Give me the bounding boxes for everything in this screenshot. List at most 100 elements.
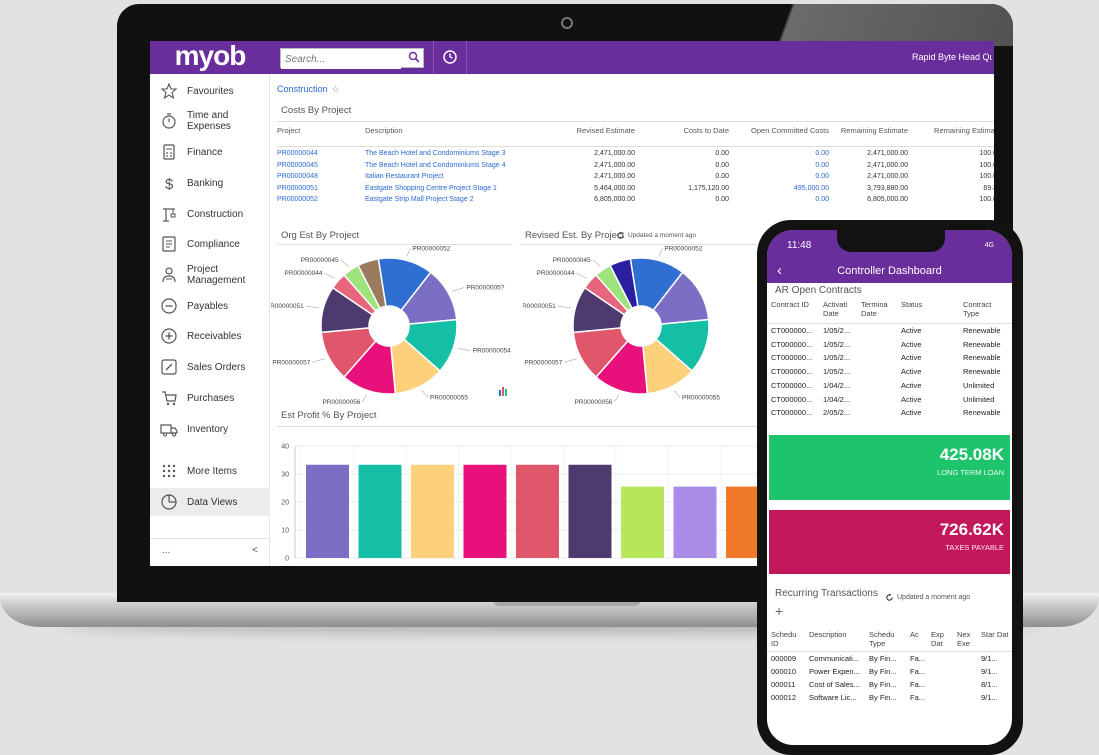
- more-options-icon[interactable]: ...: [162, 545, 170, 556]
- leader-line: [362, 394, 368, 403]
- table-cell[interactable]: Eastgate Shopping Centre Project Stage 1: [365, 185, 497, 192]
- table-cell[interactable]: The Beach Hotel and Condominiums Stage 4: [365, 162, 505, 169]
- table-row[interactable]: CT000000... 1/04/2... Active Unlimited: [767, 395, 1012, 408]
- bar[interactable]: [516, 464, 559, 558]
- bar[interactable]: [673, 486, 717, 558]
- tile-value: 726.62K: [939, 520, 1004, 539]
- myob-logo[interactable]: myob: [150, 41, 270, 74]
- table-row[interactable]: PR00000051 Eastgate Shopping Centre Proje…: [277, 185, 994, 197]
- table-row[interactable]: PR00000048 Italian Restaurant Project 2,47…: [277, 173, 994, 185]
- leader-line: [305, 305, 320, 309]
- sidebar-item-favourites[interactable]: Favourites: [150, 77, 270, 105]
- favourite-star-icon[interactable]: ☆: [332, 84, 340, 94]
- sidebar-item-label: Sales Orders: [187, 361, 246, 373]
- table-row[interactable]: 000011 Cost of Sales... By Fin... Fa... 8/1.…: [767, 680, 1012, 692]
- leader-line: [457, 347, 471, 352]
- back-arrow-icon[interactable]: ‹: [777, 260, 782, 282]
- bar[interactable]: [306, 464, 349, 558]
- table-cell: 100.0: [979, 173, 994, 180]
- topbar-divider: [466, 41, 467, 74]
- table-row[interactable]: 000012 Software Lic... By Fin... Fa... 9/1..…: [767, 693, 1012, 705]
- table-row[interactable]: 000010 Power Expen... By Fin... Fa... 9/1...: [767, 667, 1012, 679]
- sidebar-item-receivables[interactable]: Receivables: [150, 322, 270, 350]
- table-cell[interactable]: Italian Restaurant Project: [365, 173, 444, 180]
- search-input[interactable]: [281, 50, 401, 69]
- sidebar-item-label: Purchases: [187, 392, 235, 404]
- table-cell: 1/05/2...: [823, 353, 851, 363]
- table-cell[interactable]: The Beach Hotel and Condominiums Stage 3: [365, 150, 505, 157]
- sidebar-item-project-management[interactable]: Project Management: [150, 261, 270, 289]
- bar[interactable]: [411, 464, 454, 558]
- table-cell[interactable]: 0.00: [747, 162, 829, 169]
- column-header: Status: [901, 300, 923, 309]
- revised-est-title: Revised Est. By Project: [525, 230, 625, 241]
- sidebar-item-sales-orders[interactable]: Sales Orders: [150, 353, 270, 381]
- sidebar-item-inventory[interactable]: Inventory: [150, 415, 270, 443]
- leader-line: [557, 305, 572, 309]
- collapse-sidebar-icon[interactable]: <: [252, 545, 258, 556]
- table-cell[interactable]: 0.00: [747, 173, 829, 180]
- table-cell[interactable]: Eastgate Strip Mall Project Stage 2: [365, 196, 474, 203]
- taxes-payable-tile[interactable]: 726.62K TAXES PAYABLE: [769, 510, 1010, 574]
- table-cell: 1/05/2...: [823, 339, 851, 349]
- sidebar-item-data-views[interactable]: Data Views: [150, 488, 270, 516]
- pie-label: PR00000056: [574, 399, 612, 406]
- sidebar-item-purchases[interactable]: Purchases: [150, 384, 270, 412]
- table-row[interactable]: PR00000045 The Beach Hotel and Condominiu…: [277, 162, 994, 174]
- bar[interactable]: [463, 464, 507, 558]
- bar[interactable]: [358, 464, 402, 558]
- table-row[interactable]: CT000000... 1/05/2... Active Renewable: [767, 353, 1012, 366]
- refresh-icon[interactable]: [885, 593, 894, 602]
- divider: [277, 244, 513, 245]
- table-row[interactable]: PR00000052 Eastgate Strip Mall Project St…: [277, 196, 994, 208]
- costs-title: Costs By Project: [281, 105, 352, 116]
- table-row[interactable]: CT000000... 1/05/2... Active Renewable: [767, 367, 1012, 380]
- bar[interactable]: [568, 464, 612, 558]
- table-cell: Communicati...: [809, 654, 860, 663]
- leader-line: [406, 248, 411, 257]
- sidebar-item-label: Finance: [187, 146, 223, 158]
- add-icon[interactable]: +: [775, 603, 783, 619]
- history-icon[interactable]: [442, 49, 458, 65]
- chart-type-icon[interactable]: [498, 386, 508, 396]
- table-cell: 9/1...: [981, 667, 998, 676]
- table-row[interactable]: PR00000044 The Beach Hotel and Condominiu…: [277, 150, 994, 162]
- dollar-icon: $: [160, 174, 178, 192]
- table-row[interactable]: CT000000... 1/05/2... Active Renewable: [767, 340, 1012, 353]
- branch-selector[interactable]: Rapid Byte Head Qu: [912, 41, 992, 74]
- table-cell[interactable]: PR00000044: [277, 150, 318, 157]
- sidebar-item-more-items[interactable]: More Items: [150, 457, 270, 485]
- table-cell: Renewable: [963, 367, 1001, 377]
- table-cell: Active: [901, 353, 922, 363]
- sidebar-item-construction[interactable]: Construction: [150, 200, 270, 228]
- table-cell[interactable]: 0.00: [747, 196, 829, 203]
- search-box[interactable]: [280, 48, 424, 69]
- table-row[interactable]: CT000000... 2/05/2... Active Renewable: [767, 408, 1012, 421]
- table-cell[interactable]: PR00000052: [277, 196, 318, 203]
- table-row[interactable]: CT000000... 1/05/2... Active Renewable: [767, 326, 1012, 339]
- table-cell[interactable]: 0.00: [747, 150, 829, 157]
- sidebar-item-payables[interactable]: Payables: [150, 292, 270, 320]
- calculator-icon: [160, 143, 178, 161]
- table-cell: Unlimited: [963, 394, 995, 404]
- table-cell[interactable]: PR00000048: [277, 173, 318, 180]
- bar[interactable]: [621, 486, 664, 558]
- table-cell[interactable]: 495,000.00: [747, 185, 829, 192]
- table-cell: 5,464,000.00: [594, 184, 635, 192]
- table-row[interactable]: CT000000... 1/04/2... Active Unlimited: [767, 381, 1012, 394]
- column-header: Costs to Date: [683, 126, 729, 135]
- pie-label: PR00000057: [524, 359, 562, 366]
- sidebar-item-time-and-expenses[interactable]: Time and Expenses: [150, 107, 270, 135]
- search-icon[interactable]: [408, 51, 420, 63]
- y-tick-label: 40: [281, 444, 289, 451]
- refresh-icon[interactable]: [616, 231, 625, 240]
- table-cell[interactable]: PR00000051: [277, 185, 318, 192]
- breadcrumb-construction[interactable]: Construction: [277, 84, 328, 94]
- table-cell[interactable]: PR00000045: [277, 162, 318, 169]
- table-row[interactable]: 000009 Communicati... By Fin... Fa... 9/1...: [767, 654, 1012, 666]
- sidebar-item-compliance[interactable]: Compliance: [150, 230, 270, 258]
- sidebar-item-finance[interactable]: Finance: [150, 138, 270, 166]
- long-term-loan-tile[interactable]: 425.08K LONG TERM LOAN: [769, 435, 1010, 500]
- sidebar-item-banking[interactable]: $ Banking: [150, 169, 270, 197]
- column-header: Ac: [910, 630, 919, 639]
